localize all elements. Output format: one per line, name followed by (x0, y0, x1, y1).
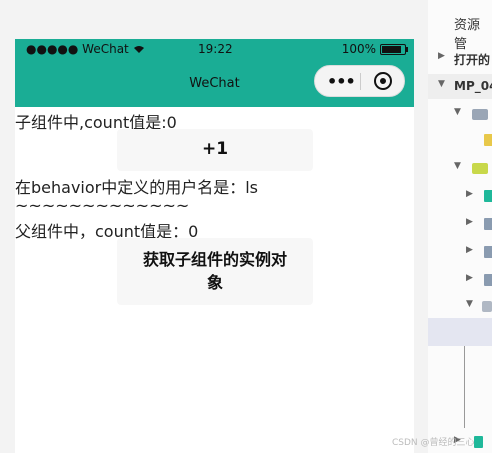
explorer-project-root[interactable]: ▼ MP_04 (428, 74, 492, 99)
plus-one-button[interactable]: +1 (117, 129, 313, 171)
chevron-right-icon: ▶ (438, 51, 445, 61)
tree-folder[interactable]: ▼ (428, 102, 492, 127)
explorer-item-label: 打开的 (454, 53, 491, 67)
menu-capsule: ••• (314, 65, 405, 97)
capsule-divider (360, 73, 361, 90)
status-bar: ●●●●● WeChat 19:22 100% (15, 39, 414, 60)
tree-folder[interactable]: ▶ (428, 240, 492, 265)
chevron-right-icon: ▶ (466, 273, 473, 283)
tree-folder[interactable]: ▶ (428, 184, 492, 209)
explorer-open-editors[interactable]: ▶ 打开的 (428, 46, 492, 71)
chevron-right-icon: ▶ (466, 245, 473, 255)
tree-folder[interactable]: ▼ (428, 156, 492, 181)
phone-simulator: ●●●●● WeChat 19:22 100% WeChat ••• 子组件中,… (15, 39, 414, 453)
tree-folder[interactable]: ▶ (428, 212, 492, 237)
more-dots-icon[interactable]: ••• (327, 72, 356, 91)
folder-icon (474, 436, 483, 448)
battery-percent: 100% (341, 42, 376, 56)
tree-indent-guide (464, 346, 465, 428)
watermark: CSDN @曾经的三心 (392, 438, 475, 448)
selected-tree-item[interactable] (428, 318, 492, 346)
chevron-down-icon: ▼ (438, 79, 445, 89)
folder-open-icon (482, 301, 492, 312)
chevron-down-icon: ▼ (454, 107, 461, 117)
chevron-right-icon: ▶ (466, 189, 473, 199)
wifi-icon (133, 42, 145, 56)
folder-icon (484, 218, 492, 230)
chevron-down-icon: ▼ (466, 299, 473, 309)
explorer-sidebar: 资源管 ▶ 打开的 ▼ MP_04 ▼ ▼ ▶ ▶ ▶ ▶ ▼ ▶ (428, 0, 492, 453)
file-icon (484, 134, 492, 146)
explorer-item-label: MP_04 (454, 79, 492, 93)
behavior-username-text: 在behavior中定义的用户名是：ls (15, 178, 259, 197)
battery-status: 100% (341, 42, 408, 56)
tree-folder[interactable]: ▼ (428, 294, 492, 319)
battery-icon (380, 43, 408, 55)
status-time: 19:22 (198, 42, 233, 56)
navigation-bar: WeChat ••• (15, 60, 414, 107)
close-circle-icon[interactable] (374, 72, 392, 90)
folder-open-icon (472, 109, 488, 120)
folder-icon (484, 190, 492, 202)
carrier-label: ●●●●● WeChat (26, 42, 145, 56)
get-child-instance-button[interactable]: 获取子组件的实例对象 (117, 238, 313, 305)
folder-icon (484, 274, 492, 286)
separator-text: ~~~~~~~~~~~~~ (15, 196, 190, 215)
chevron-down-icon: ▼ (454, 161, 461, 171)
tree-file[interactable] (428, 128, 492, 153)
folder-icon (484, 246, 492, 258)
chevron-right-icon: ▶ (466, 217, 473, 227)
tree-folder[interactable]: ▶ (428, 268, 492, 293)
folder-open-icon (472, 163, 488, 174)
